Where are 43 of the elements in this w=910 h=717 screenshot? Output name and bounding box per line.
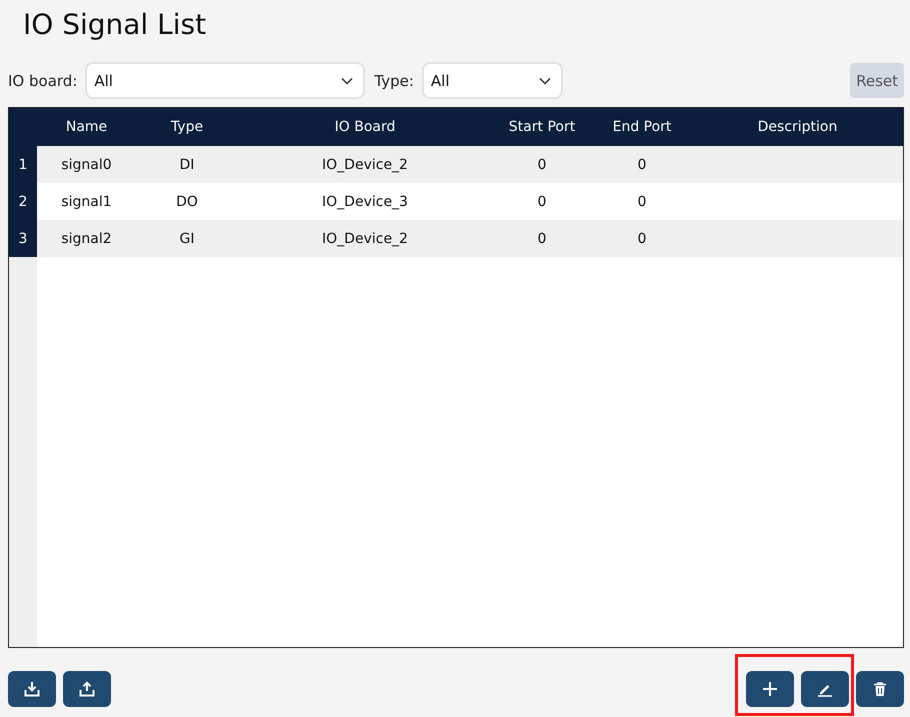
table-cell-text: signal2 bbox=[60, 230, 113, 246]
trash-icon bbox=[872, 681, 888, 697]
column-header[interactable]: Description bbox=[692, 119, 903, 135]
table-cell-text: 0 bbox=[536, 230, 548, 246]
filter-select[interactable]: All bbox=[422, 62, 563, 99]
table-cell-text: DO bbox=[175, 194, 199, 210]
row-number: 2 bbox=[9, 183, 37, 220]
row-number: 3 bbox=[9, 220, 37, 257]
upload-icon bbox=[79, 681, 95, 697]
table-cell-text: 0 bbox=[536, 156, 548, 172]
table-cell-text: DI bbox=[178, 156, 196, 172]
edit-button[interactable] bbox=[801, 671, 849, 707]
table-cell-text: IO_Device_2 bbox=[321, 230, 409, 246]
filter-label: IO board: bbox=[8, 72, 78, 90]
filter-label: Type: bbox=[374, 72, 414, 90]
reset-button[interactable]: Reset bbox=[850, 63, 904, 98]
column-header[interactable]: Start Port bbox=[492, 119, 592, 135]
table-cell-text: 0 bbox=[636, 194, 648, 210]
import-button[interactable] bbox=[8, 671, 56, 707]
table-cell-text: GI bbox=[178, 230, 196, 246]
table-row[interactable]: 1 signal0 DI IO_Device_2 0 0 bbox=[9, 146, 903, 183]
chevron-down-icon bbox=[538, 76, 551, 84]
chevron-down-icon bbox=[341, 76, 354, 84]
download-icon bbox=[24, 681, 40, 697]
export-button[interactable] bbox=[63, 671, 111, 707]
page-title: IO Signal List bbox=[23, 7, 206, 43]
column-header[interactable]: End Port bbox=[592, 119, 692, 135]
table-cell-text: signal1 bbox=[60, 194, 113, 210]
delete-button[interactable] bbox=[856, 671, 904, 707]
table-cell-text: IO_Device_2 bbox=[321, 156, 409, 172]
table-cell-text: 0 bbox=[636, 230, 648, 246]
plus-icon bbox=[762, 681, 778, 697]
table-cell-text: signal0 bbox=[60, 156, 113, 172]
table-row[interactable]: 3 signal2 GI IO_Device_2 0 0 bbox=[9, 220, 903, 257]
column-header[interactable]: Type bbox=[136, 119, 238, 135]
table-cell-text: 0 bbox=[536, 194, 548, 210]
filter-select[interactable]: All bbox=[85, 62, 366, 99]
add-button[interactable] bbox=[746, 671, 794, 707]
table-cell-text: IO_Device_3 bbox=[321, 194, 409, 210]
column-header[interactable]: IO Board bbox=[238, 119, 492, 135]
column-header[interactable]: Name bbox=[37, 119, 136, 135]
row-number: 1 bbox=[9, 146, 37, 183]
table-cell-text: 0 bbox=[636, 156, 648, 172]
